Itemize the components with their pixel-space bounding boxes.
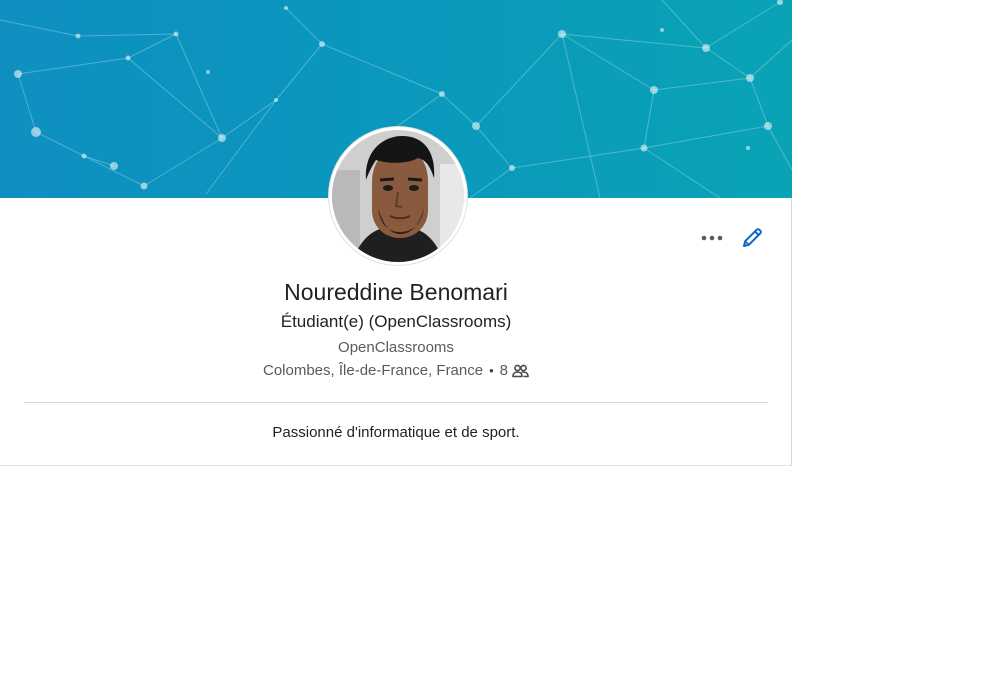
connections-count: 8 <box>499 362 508 379</box>
more-actions-button[interactable] <box>697 226 727 250</box>
people-icon <box>512 364 529 378</box>
profile-card: Noureddine Benomari Étudiant(e) (OpenCla… <box>0 0 792 466</box>
connections-link[interactable]: 8 <box>500 361 529 381</box>
bullet-separator: • <box>489 363 494 378</box>
more-horizontal-icon <box>701 235 723 241</box>
profile-name: Noureddine Benomari <box>284 279 508 305</box>
profile-headline: Étudiant(e) (OpenClassrooms) <box>280 312 512 331</box>
avatar-photo <box>332 130 464 262</box>
edit-profile-button[interactable] <box>738 224 766 252</box>
profile-location: Colombes, Île-de-France, France <box>263 362 484 379</box>
pencil-icon <box>743 228 762 247</box>
profile-avatar[interactable] <box>329 127 467 265</box>
profile-location-row: Colombes, Île-de-France, France • 8 <box>0 361 792 381</box>
section-divider <box>24 402 768 403</box>
profile-company[interactable]: OpenClassrooms <box>0 338 792 358</box>
profile-summary: Passionné d'informatique et de sport. <box>272 424 520 441</box>
